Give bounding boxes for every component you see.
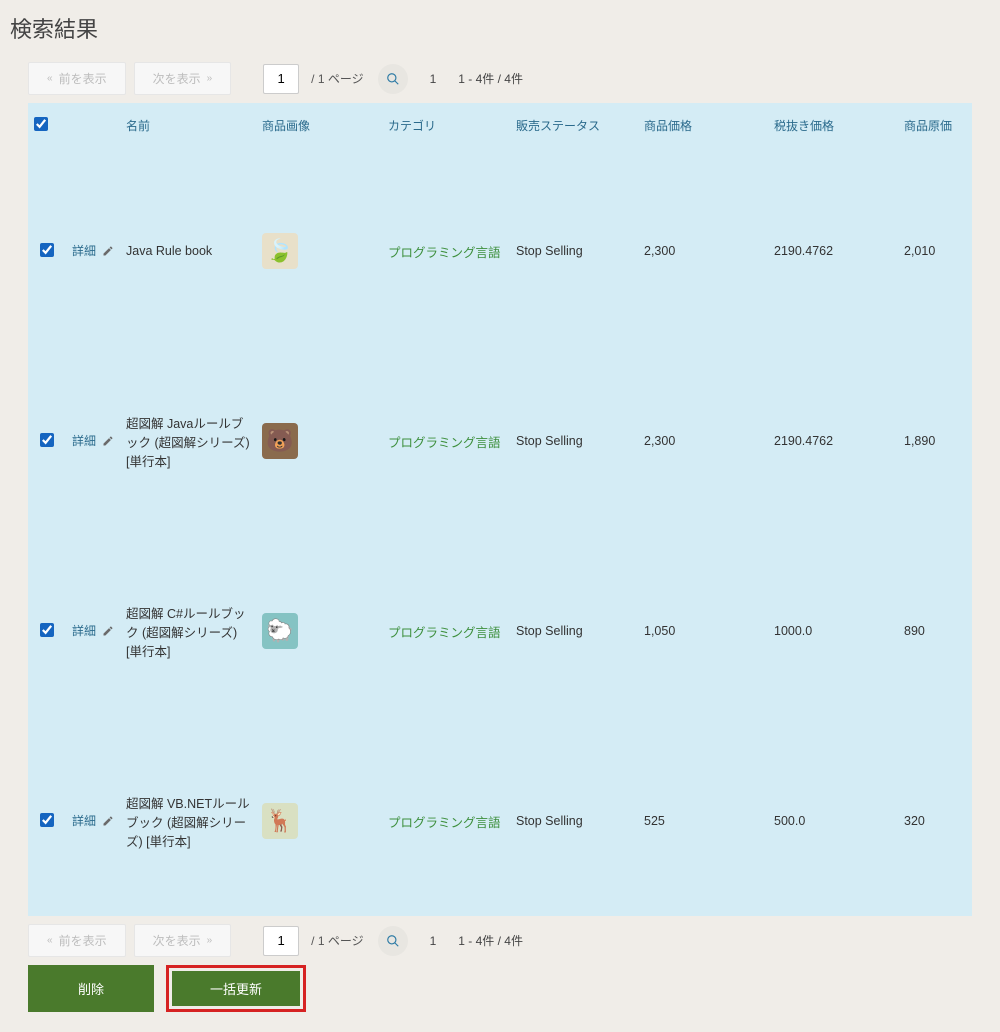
status-text: Stop Selling bbox=[516, 434, 583, 448]
price-text: 2,300 bbox=[644, 434, 675, 448]
chevron-right-icon: » bbox=[207, 935, 213, 946]
prev-page-button-bottom[interactable]: « 前を表示 bbox=[28, 924, 126, 957]
col-category[interactable]: カテゴリ bbox=[382, 103, 510, 156]
product-name: 超図解 Javaルールブック (超図解シリーズ) [単行本] bbox=[126, 417, 250, 469]
category-link[interactable]: プログラミング言語 bbox=[388, 626, 501, 640]
pager-bottom: « 前を表示 次を表示 » / 1 ページ 1 1 - 4件 / 4件 bbox=[28, 924, 972, 957]
category-link[interactable]: プログラミング言語 bbox=[388, 246, 501, 260]
detail-link[interactable]: 詳細 bbox=[72, 434, 96, 448]
next-page-button-bottom[interactable]: 次を表示 » bbox=[134, 924, 232, 957]
page-of-text: / 1 ページ bbox=[311, 932, 363, 949]
edit-icon[interactable] bbox=[102, 435, 114, 450]
price-notax-text: 2190.4762 bbox=[774, 244, 833, 258]
page-number-input[interactable] bbox=[263, 64, 299, 94]
table-row: 詳細 Java Rule book 🍃 プログラミング言語 Stop Selling 2,… bbox=[28, 156, 972, 346]
prev-label: 前を表示 bbox=[59, 932, 107, 949]
search-icon bbox=[386, 72, 400, 86]
row-checkbox[interactable] bbox=[40, 623, 54, 637]
delete-button[interactable]: 削除 bbox=[28, 965, 154, 1012]
results-table: 名前 商品画像 カテゴリ 販売ステータス 商品価格 税抜き価格 商品原価 詳細 J… bbox=[28, 103, 972, 916]
detail-link[interactable]: 詳細 bbox=[72, 244, 96, 258]
next-label: 次を表示 bbox=[153, 932, 201, 949]
edit-icon[interactable] bbox=[102, 625, 114, 640]
prev-label: 前を表示 bbox=[59, 70, 107, 87]
edit-icon[interactable] bbox=[102, 245, 114, 260]
price-notax-text: 2190.4762 bbox=[774, 434, 833, 448]
count-range: 1 - 4件 / 4件 bbox=[458, 70, 523, 87]
table-row: 詳細 超図解 VB.NETルールブック (超図解シリーズ) [単行本] 🦌 プログラミ… bbox=[28, 726, 972, 916]
col-status[interactable]: 販売ステータス bbox=[510, 103, 638, 156]
price-text: 1,050 bbox=[644, 624, 675, 638]
category-link[interactable]: プログラミング言語 bbox=[388, 816, 501, 830]
edit-icon[interactable] bbox=[102, 815, 114, 830]
status-text: Stop Selling bbox=[516, 814, 583, 828]
price-notax-text: 500.0 bbox=[774, 814, 805, 828]
col-image[interactable]: 商品画像 bbox=[256, 103, 382, 156]
table-row: 詳細 超図解 C#ルールブック (超図解シリーズ) [単行本] 🐑 プログラミング言語… bbox=[28, 536, 972, 726]
page-of-text: / 1 ページ bbox=[311, 70, 363, 87]
cost-text: 1,890 bbox=[904, 434, 935, 448]
search-button[interactable] bbox=[378, 64, 408, 94]
bulk-update-button[interactable]: 一括更新 bbox=[172, 971, 300, 1006]
cost-text: 2,010 bbox=[904, 244, 935, 258]
price-notax-text: 1000.0 bbox=[774, 624, 812, 638]
page-title: 検索結果 bbox=[0, 0, 1000, 62]
price-text: 2,300 bbox=[644, 244, 675, 258]
cost-text: 320 bbox=[904, 814, 925, 828]
chevron-right-icon: » bbox=[207, 73, 213, 84]
product-image-icon: 🍃 bbox=[262, 233, 298, 269]
content-area: « 前を表示 次を表示 » / 1 ページ 1 1 - 4件 / 4件 名前 商… bbox=[0, 62, 1000, 1032]
action-row: 削除 一括更新 bbox=[28, 965, 972, 1012]
pager-top: « 前を表示 次を表示 » / 1 ページ 1 1 - 4件 / 4件 bbox=[28, 62, 972, 95]
product-name: Java Rule book bbox=[126, 244, 212, 258]
bulk-update-highlight: 一括更新 bbox=[166, 965, 306, 1012]
product-name: 超図解 C#ルールブック (超図解シリーズ) [単行本] bbox=[126, 607, 245, 659]
product-image-icon: 🦌 bbox=[262, 803, 298, 839]
col-price[interactable]: 商品価格 bbox=[638, 103, 768, 156]
next-label: 次を表示 bbox=[153, 70, 201, 87]
col-name[interactable]: 名前 bbox=[120, 103, 256, 156]
row-checkbox[interactable] bbox=[40, 433, 54, 447]
row-checkbox[interactable] bbox=[40, 813, 54, 827]
status-text: Stop Selling bbox=[516, 624, 583, 638]
chevron-left-icon: « bbox=[47, 935, 53, 946]
product-image-icon: 🐻 bbox=[262, 423, 298, 459]
search-button-bottom[interactable] bbox=[378, 926, 408, 956]
price-text: 525 bbox=[644, 814, 665, 828]
product-image-icon: 🐑 bbox=[262, 613, 298, 649]
select-all-checkbox[interactable] bbox=[34, 117, 48, 131]
count-index: 1 bbox=[430, 934, 437, 948]
search-icon bbox=[386, 934, 400, 948]
detail-link[interactable]: 詳細 bbox=[72, 624, 96, 638]
cost-text: 890 bbox=[904, 624, 925, 638]
col-price-notax[interactable]: 税抜き価格 bbox=[768, 103, 898, 156]
category-link[interactable]: プログラミング言語 bbox=[388, 436, 501, 450]
count-range: 1 - 4件 / 4件 bbox=[458, 932, 523, 949]
page-number-input-bottom[interactable] bbox=[263, 926, 299, 956]
chevron-left-icon: « bbox=[47, 73, 53, 84]
prev-page-button[interactable]: « 前を表示 bbox=[28, 62, 126, 95]
row-checkbox[interactable] bbox=[40, 243, 54, 257]
detail-link[interactable]: 詳細 bbox=[72, 814, 96, 828]
next-page-button[interactable]: 次を表示 » bbox=[134, 62, 232, 95]
table-row: 詳細 超図解 Javaルールブック (超図解シリーズ) [単行本] 🐻 プログラミング… bbox=[28, 346, 972, 536]
count-index: 1 bbox=[430, 72, 437, 86]
status-text: Stop Selling bbox=[516, 244, 583, 258]
product-name: 超図解 VB.NETルールブック (超図解シリーズ) [単行本] bbox=[126, 797, 250, 849]
col-cost[interactable]: 商品原価 bbox=[898, 103, 972, 156]
